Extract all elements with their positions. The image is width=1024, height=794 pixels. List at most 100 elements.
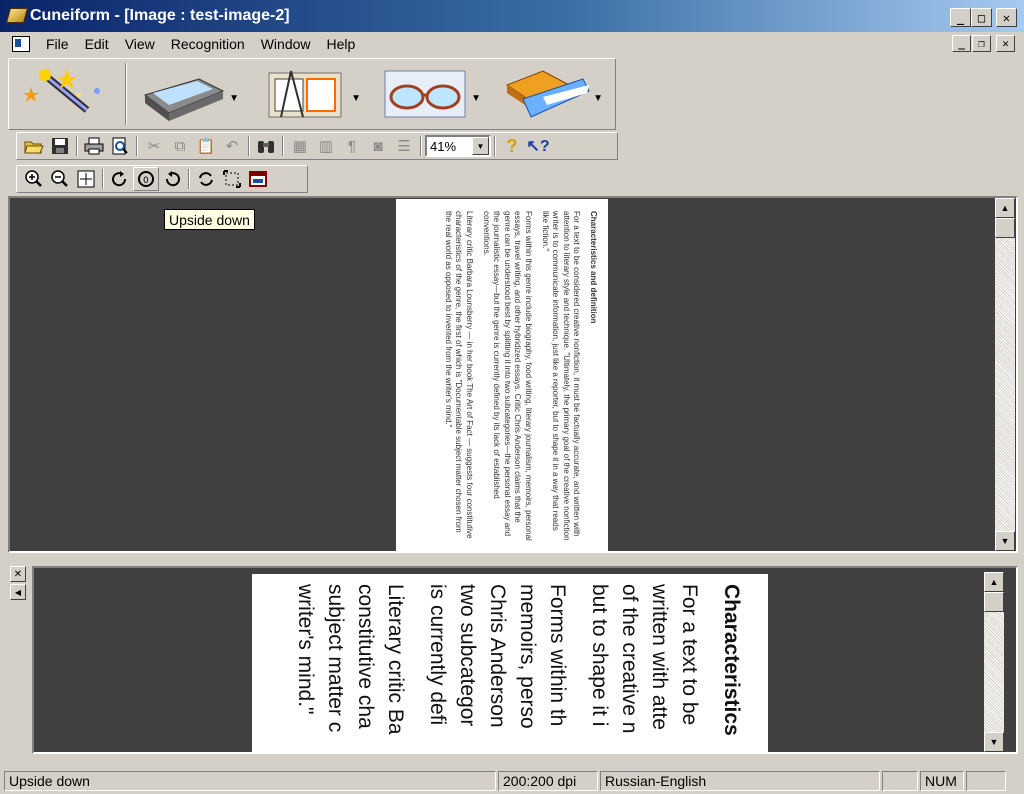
zoom-line: writer's mind." xyxy=(294,584,317,715)
undo-icon[interactable]: ↶ xyxy=(219,134,245,158)
fit-page-icon[interactable] xyxy=(73,167,99,191)
refresh-icon[interactable] xyxy=(193,167,219,191)
status-message: Upside down xyxy=(4,771,496,791)
scroll-up-button[interactable]: ▲ xyxy=(984,572,1004,592)
zoom-line: Literary critic Ba xyxy=(384,584,407,735)
rotate-right-icon[interactable] xyxy=(159,167,185,191)
copy-icon[interactable]: ⧉ xyxy=(167,134,193,158)
menu-recognition[interactable]: Recognition xyxy=(163,36,253,52)
recognize-button[interactable]: ▼ xyxy=(381,65,481,125)
save-icon[interactable] xyxy=(47,134,73,158)
standard-toolbar: ✂ ⧉ 📋 ↶ ▦ ▥ ¶ ◙ ☰ 41% ▼ ? ↖? xyxy=(16,132,618,160)
scroll-down-button[interactable]: ▼ xyxy=(995,531,1015,551)
help-icon[interactable]: ? xyxy=(499,134,525,158)
print-icon[interactable] xyxy=(81,134,107,158)
zoom-line: constitutive cha xyxy=(354,584,377,729)
scroll-up-button[interactable]: ▲ xyxy=(995,198,1015,218)
zoom-dropdown-arrow[interactable]: ▼ xyxy=(472,137,489,155)
minimize-button[interactable]: _ xyxy=(950,8,971,27)
tooltip: Upside down xyxy=(164,209,255,230)
image-window-icon[interactable] xyxy=(245,167,271,191)
upside-down-icon[interactable]: 0 xyxy=(133,167,159,191)
child-minimize-button[interactable]: _ xyxy=(952,35,971,52)
wizard-wand-button[interactable] xyxy=(17,65,117,125)
cuneiform-app-icon xyxy=(5,8,29,23)
scanner-icon xyxy=(143,78,225,121)
pilcrow-icon[interactable]: ¶ xyxy=(339,134,365,158)
maximize-button[interactable]: □ xyxy=(971,8,992,27)
export-disk-icon xyxy=(505,70,590,118)
image-page-thumbnail: Characteristics and definition For a tex… xyxy=(396,199,608,553)
status-num: NUM xyxy=(920,771,964,791)
status-empty-panel xyxy=(882,771,918,791)
print-preview-icon[interactable] xyxy=(107,134,133,158)
document-system-icon[interactable] xyxy=(12,36,30,52)
align-icon[interactable]: ☰ xyxy=(391,134,417,158)
scan-dropdown-arrow[interactable]: ▼ xyxy=(229,93,239,104)
close-button[interactable]: ✕ xyxy=(996,8,1017,27)
status-resolution: 200:200 dpi xyxy=(498,771,598,791)
doc-paragraph: Literary critic Barbara Lounsberry — in … xyxy=(443,211,475,539)
zoom-line: memoirs, perso xyxy=(516,584,539,729)
save-export-button[interactable]: ▼ xyxy=(503,65,603,125)
layout-button[interactable]: ▼ xyxy=(261,65,361,125)
find-binoculars-icon[interactable] xyxy=(253,134,279,158)
cut-icon[interactable]: ✂ xyxy=(141,134,167,158)
toolbar-separator xyxy=(188,169,190,189)
table-icon[interactable]: ▦ xyxy=(287,134,313,158)
scroll-down-button[interactable]: ▼ xyxy=(984,732,1004,752)
open-folder-icon[interactable] xyxy=(21,134,47,158)
zoom-line: Chris Anderson xyxy=(486,584,509,728)
save-dropdown-arrow[interactable]: ▼ xyxy=(593,93,603,104)
toolbar-separator xyxy=(102,169,104,189)
zoom-line: but to shape it i xyxy=(588,584,611,727)
zoom-pane-left-icon[interactable]: ◀ xyxy=(10,584,26,600)
image-vertical-scrollbar[interactable]: ▲ ▼ xyxy=(995,198,1015,551)
scan-button[interactable]: ▼ xyxy=(139,65,239,125)
toolbar-separator xyxy=(125,63,127,125)
menu-file[interactable]: File xyxy=(38,36,77,52)
rotate-left-icon[interactable] xyxy=(107,167,133,191)
select-area-icon[interactable] xyxy=(219,167,245,191)
menu-edit[interactable]: Edit xyxy=(77,36,117,52)
scroll-thumb[interactable] xyxy=(995,218,1015,238)
zoom-line: For a text to be xyxy=(678,584,701,726)
zoom-in-icon[interactable] xyxy=(21,167,47,191)
zoom-combobox[interactable]: 41% ▼ xyxy=(425,135,491,157)
menu-window[interactable]: Window xyxy=(253,36,319,52)
image-toolbar: 0 xyxy=(16,165,308,193)
zoom-pane-close-icon[interactable]: ✕ xyxy=(10,566,26,582)
status-scroll-panel xyxy=(966,771,1006,791)
zoom-line: is currently defi xyxy=(426,584,449,726)
glasses-icon xyxy=(384,70,466,118)
scroll-thumb[interactable] xyxy=(984,592,1004,612)
toolbar-separator xyxy=(494,136,496,156)
zoom-value: 41% xyxy=(430,138,457,154)
layout-dropdown-arrow[interactable]: ▼ xyxy=(351,93,361,104)
child-restore-button[interactable]: ❐ xyxy=(972,35,991,52)
menu-help[interactable]: Help xyxy=(319,36,364,52)
window-title: Cuneiform - [Image : test-image-2] xyxy=(30,7,290,24)
doc-heading: Characteristics and definition xyxy=(589,211,598,324)
frame-icon[interactable]: ◙ xyxy=(365,134,391,158)
zoom-line: two subcategor xyxy=(456,584,479,727)
zoom-line: Forms within th xyxy=(546,584,569,727)
main-toolbar: ▼ ▼ ▼ ▼ xyxy=(8,58,616,130)
toolbar-separator xyxy=(420,136,422,156)
toolbar-separator xyxy=(136,136,138,156)
status-bar: Upside down 200:200 dpi Russian-English … xyxy=(0,768,1024,794)
child-close-button[interactable]: ✕ xyxy=(996,35,1015,52)
svg-text:0: 0 xyxy=(143,176,149,186)
menu-bar: File Edit View Recognition Window Help xyxy=(0,32,1024,56)
columns-icon[interactable]: ▥ xyxy=(313,134,339,158)
doc-paragraph: Forms within this genre include biograph… xyxy=(481,211,534,541)
layout-compass-icon xyxy=(268,70,342,118)
recognize-dropdown-arrow[interactable]: ▼ xyxy=(471,93,481,104)
zoom-out-icon[interactable] xyxy=(47,167,73,191)
context-help-icon[interactable]: ↖? xyxy=(525,134,551,158)
menu-view[interactable]: View xyxy=(117,36,163,52)
zoomed-page-view: Characteristics For a text to be written… xyxy=(252,574,768,752)
paste-icon[interactable]: 📋 xyxy=(193,134,219,158)
title-bar[interactable]: Cuneiform - [Image : test-image-2] xyxy=(0,0,1024,32)
zoom-vertical-scrollbar[interactable]: ▲ ▼ xyxy=(984,572,1004,752)
